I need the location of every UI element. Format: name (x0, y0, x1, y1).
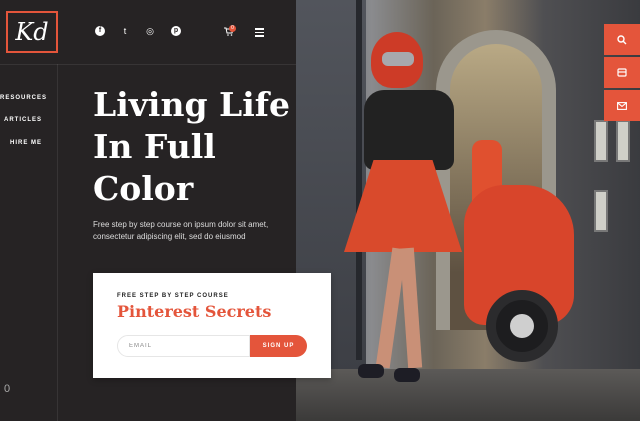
hero-title-line: Living Life (93, 85, 290, 124)
card-icon (617, 68, 627, 77)
hero-title-line: Color (93, 169, 194, 208)
side-search-button[interactable] (604, 24, 640, 55)
bottom-bar (0, 421, 640, 448)
hero-title: Living Life In Full Color (93, 84, 293, 210)
card-kicker: FREE STEP BY STEP COURSE (117, 293, 229, 299)
side-mail-button[interactable] (604, 90, 640, 121)
scroll-indicator: 0 (4, 383, 11, 395)
card-title: Pinterest Secrets (117, 302, 272, 321)
hamburger-menu-icon[interactable] (255, 28, 264, 37)
nav-item-resources[interactable]: RESOURCES (0, 95, 46, 101)
cart-badge: 0 (229, 25, 236, 32)
email-input[interactable] (117, 335, 250, 357)
side-card-button[interactable] (604, 57, 640, 88)
hero-title-line: In Full (93, 127, 216, 166)
logo-text: Kd (15, 18, 49, 46)
search-icon (617, 34, 627, 44)
mail-icon (617, 101, 627, 110)
hero-description: Free step by step course on ipsum dolor … (93, 220, 269, 241)
nav-item-hire-me[interactable]: HIRE ME (0, 140, 42, 146)
facebook-icon[interactable]: f (95, 26, 105, 36)
hero-photo (296, 0, 640, 421)
nav-item-articles[interactable]: ARTICLES (0, 117, 42, 123)
signup-button[interactable]: SIGN UP (250, 335, 307, 357)
twitter-icon[interactable]: t (120, 26, 130, 36)
signup-card: FREE STEP BY STEP COURSE Pinterest Secre… (93, 273, 331, 378)
site-logo[interactable]: Kd (6, 11, 58, 53)
pinterest-icon[interactable]: p (171, 26, 181, 36)
instagram-icon[interactable]: ◎ (145, 26, 155, 36)
